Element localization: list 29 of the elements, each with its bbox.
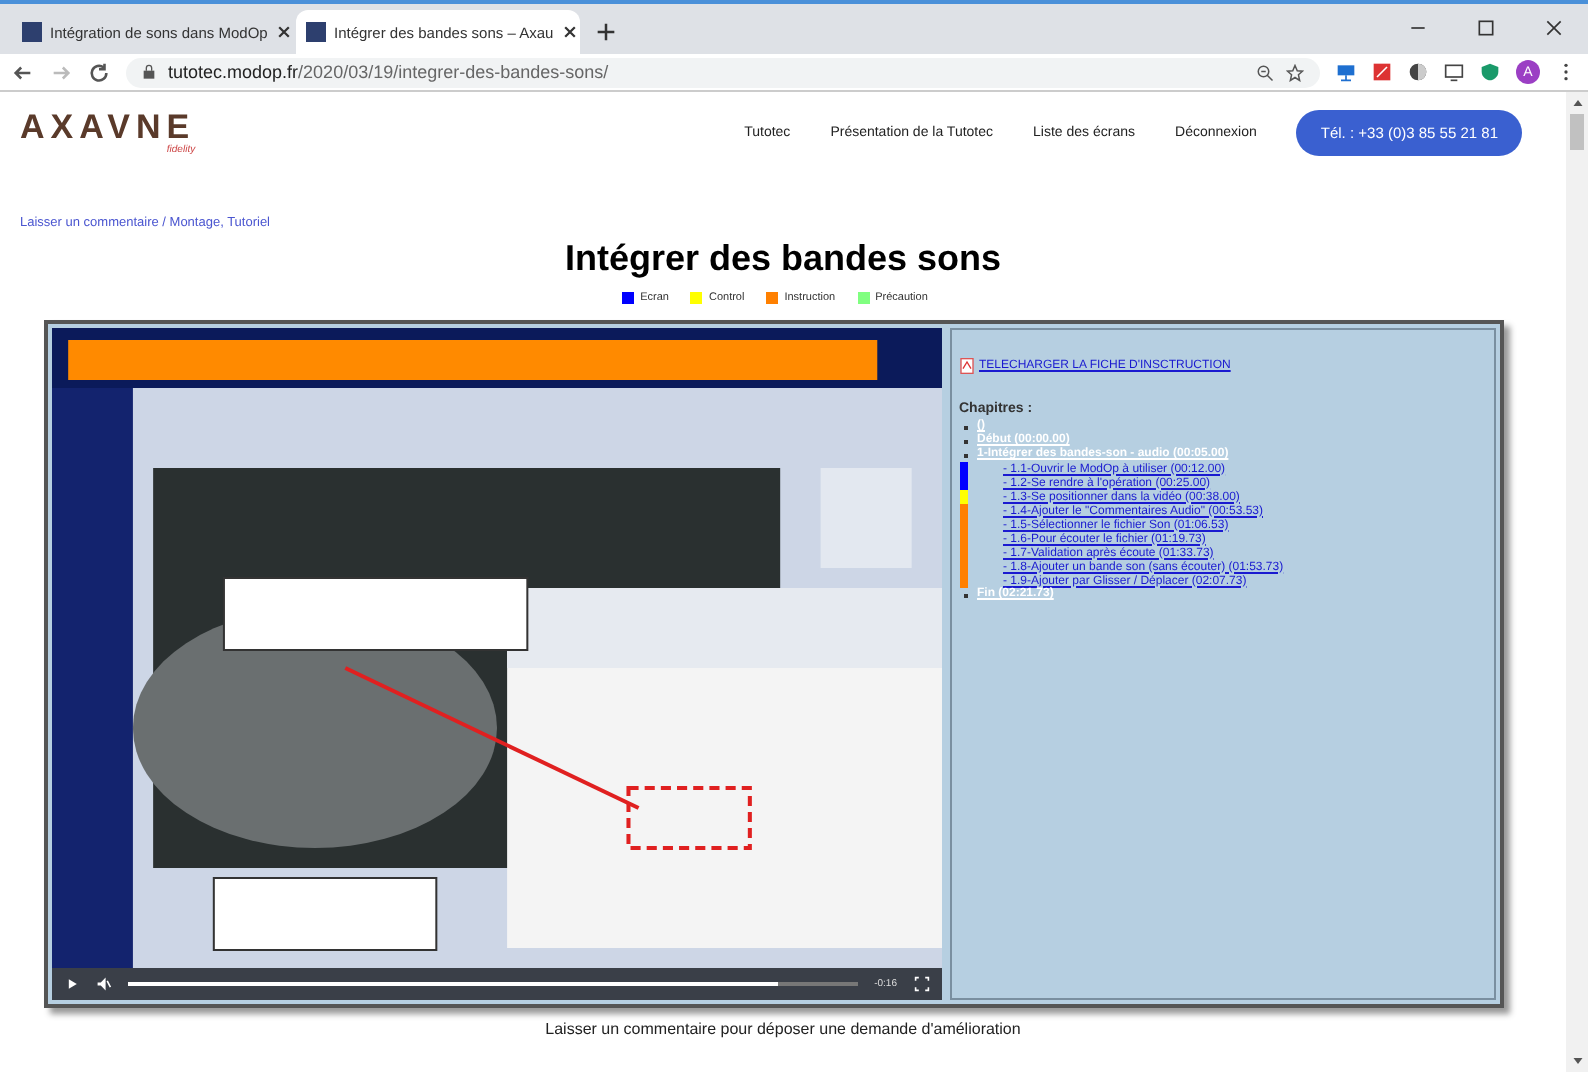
reload-icon[interactable] xyxy=(88,61,110,83)
circle-icon[interactable] xyxy=(1408,62,1428,82)
shield-icon[interactable] xyxy=(1480,62,1500,82)
zoom-icon[interactable] xyxy=(1256,63,1274,81)
monitor-icon[interactable] xyxy=(1336,62,1356,82)
maximize-icon[interactable] xyxy=(1476,18,1496,38)
fullscreen-icon[interactable] xyxy=(913,976,929,992)
star-icon[interactable] xyxy=(1286,63,1304,81)
page-title: Intégrer des bandes sons xyxy=(564,238,1002,280)
lock-icon xyxy=(142,64,156,80)
site-icon xyxy=(22,22,42,42)
pdf-icon[interactable] xyxy=(1372,62,1392,82)
address-field[interactable]: tutotec.modop.fr/2020/03/19/integrer-des-bandes-sons/ xyxy=(126,57,1320,87)
pdf-icon xyxy=(959,358,973,374)
mute-icon[interactable] xyxy=(95,976,111,992)
logo[interactable]: AXAVNE xyxy=(20,108,196,148)
close-icon[interactable] xyxy=(275,24,292,40)
close-icon[interactable] xyxy=(561,24,578,40)
scroll-up-icon[interactable] xyxy=(1571,98,1583,108)
back-icon[interactable] xyxy=(12,61,34,83)
scrollbar[interactable] xyxy=(1566,92,1588,1072)
new-tab-icon[interactable] xyxy=(596,22,616,42)
comment-prompt: Laisser un commentaire pour déposer une demande d'amélioration xyxy=(545,1020,1021,1038)
scroll-thumb[interactable] xyxy=(1570,114,1584,150)
site-icon xyxy=(306,22,326,42)
close-icon[interactable] xyxy=(1544,18,1564,38)
scroll-down-icon[interactable] xyxy=(1571,1056,1583,1066)
play-icon[interactable] xyxy=(63,976,79,992)
screen-icon[interactable] xyxy=(1444,62,1464,82)
